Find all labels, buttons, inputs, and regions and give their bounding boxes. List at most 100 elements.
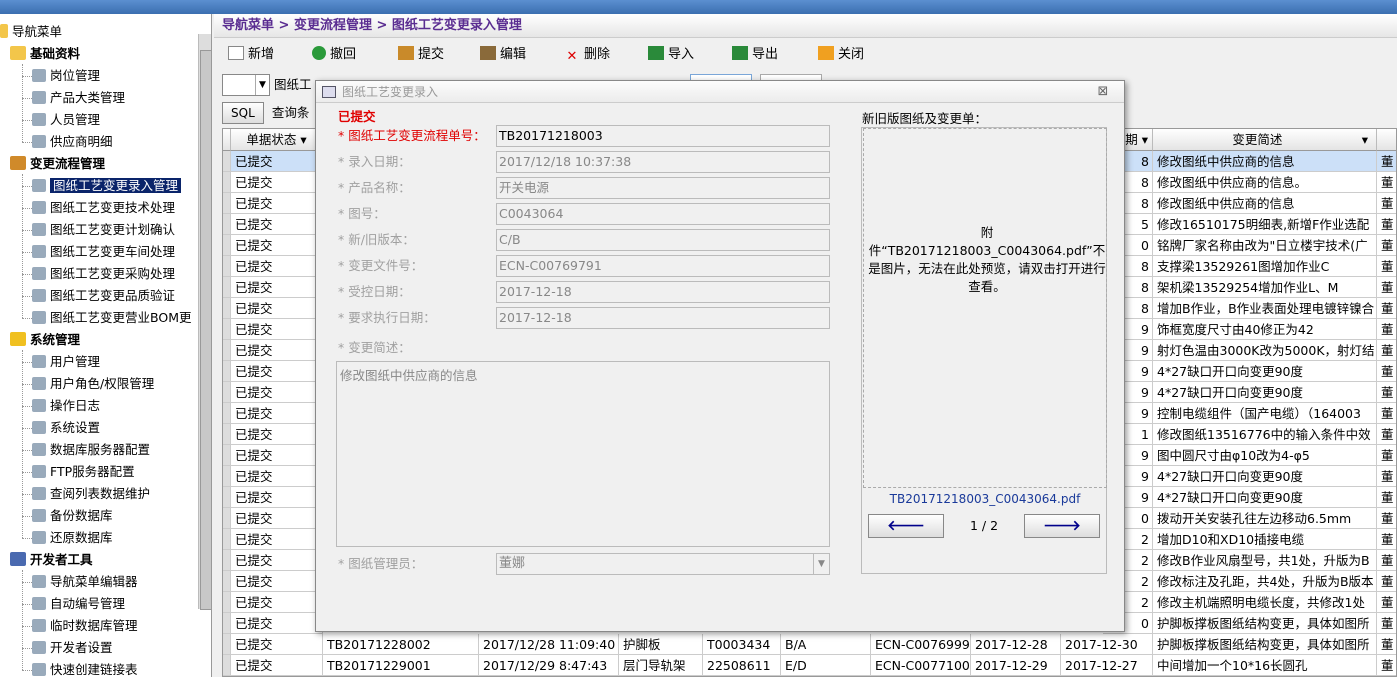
- tree-item-label: 图纸工艺变更品质验证: [50, 288, 176, 303]
- row-header[interactable]: [223, 361, 231, 382]
- tree-scroll-thumb[interactable]: [200, 50, 211, 610]
- tree-item[interactable]: 图纸工艺变更车间处理: [32, 242, 175, 262]
- table-row[interactable]: 已提交 TB20171229001 2017/12/29 8:47:43 层门导轨架 2…: [223, 655, 1396, 676]
- field-input[interactable]: C/B: [496, 229, 830, 251]
- tree-item[interactable]: 图纸工艺变更营业BOM更: [32, 308, 191, 328]
- tree-group-3[interactable]: 开发者工具: [10, 550, 93, 570]
- field-input[interactable]: 2017-12-18: [496, 307, 830, 329]
- tree-item[interactable]: 还原数据库: [32, 528, 113, 548]
- tree-item[interactable]: 产品大类管理: [32, 88, 125, 108]
- tree-item[interactable]: 图纸工艺变更计划确认: [32, 220, 175, 240]
- tree-connector: [22, 384, 32, 385]
- undo-button[interactable]: 撤回: [312, 44, 356, 66]
- row-header[interactable]: [223, 172, 231, 193]
- export-button[interactable]: 导出: [732, 44, 778, 66]
- row-header[interactable]: [223, 550, 231, 571]
- field-input[interactable]: 2017/12/18 10:37:38: [496, 151, 830, 173]
- row-header[interactable]: [223, 277, 231, 298]
- attachment-preview[interactable]: 附件“TB20171218003_C0043064.pdf”不是图片，无法在此处…: [863, 128, 1107, 488]
- tree-item[interactable]: 人员管理: [32, 110, 100, 130]
- row-header[interactable]: [223, 634, 231, 655]
- tree-connector: [22, 362, 32, 363]
- import-button[interactable]: 导入: [648, 44, 694, 66]
- delete-button[interactable]: ✕ 删除: [564, 44, 610, 66]
- row-header[interactable]: [223, 424, 231, 445]
- column-header-status[interactable]: 单据状态 ▾: [231, 129, 323, 151]
- attachment-filename[interactable]: TB20171218003_C0043064.pdf: [862, 492, 1108, 506]
- row-header[interactable]: [223, 340, 231, 361]
- sql-button[interactable]: SQL: [222, 102, 264, 124]
- row-header[interactable]: [223, 487, 231, 508]
- field-input[interactable]: C0043064: [496, 203, 830, 225]
- tree-item[interactable]: 快速创建链接表: [32, 660, 138, 677]
- row-header[interactable]: [223, 613, 231, 634]
- row-header[interactable]: [223, 403, 231, 424]
- table-row[interactable]: 已提交 TB20171228002 2017/12/28 11:09:40 护脚板 T0…: [223, 634, 1396, 655]
- row-header[interactable]: [223, 466, 231, 487]
- close-button[interactable]: 关闭: [818, 44, 864, 66]
- submit-button[interactable]: 提交: [398, 44, 444, 66]
- filter-field-select[interactable]: ▼: [222, 74, 270, 96]
- tree-item[interactable]: FTP服务器配置: [32, 462, 135, 482]
- row-header[interactable]: [223, 256, 231, 277]
- row-header[interactable]: [223, 529, 231, 550]
- desc-textarea[interactable]: 修改图纸中供应商的信息: [336, 361, 830, 547]
- cell-status: 已提交: [231, 571, 323, 592]
- nav-tree: 导航菜单 基础资料 岗位管理 产品大类管理 人员管理 供应商明细 变更流程管理 图纸工艺变更…: [0, 14, 212, 677]
- tree-item[interactable]: 查阅列表数据维护: [32, 484, 150, 504]
- row-header[interactable]: [223, 655, 231, 676]
- row-header[interactable]: [223, 214, 231, 235]
- row-header[interactable]: [223, 571, 231, 592]
- manager-select[interactable]: 董娜 ▼: [496, 553, 830, 575]
- column-header-desc[interactable]: 变更简述 ▾: [1153, 129, 1377, 151]
- row-header[interactable]: [223, 151, 231, 172]
- tree-group-2[interactable]: 系统管理: [10, 330, 80, 350]
- tree-root[interactable]: 导航菜单: [0, 22, 62, 42]
- tree-item[interactable]: 用户管理: [32, 352, 100, 372]
- edit-label: 编辑: [500, 47, 527, 62]
- tree-item[interactable]: 自动编号管理: [32, 594, 125, 614]
- row-header[interactable]: [223, 382, 231, 403]
- cell-person: 董: [1377, 298, 1396, 319]
- tree-item[interactable]: 岗位管理: [32, 66, 100, 86]
- tree-item[interactable]: 图纸工艺变更采购处理: [32, 264, 175, 284]
- tree-item[interactable]: 系统设置: [32, 418, 100, 438]
- tree-item[interactable]: 用户角色/权限管理: [32, 374, 154, 394]
- tree-item[interactable]: 图纸工艺变更技术处理: [32, 198, 175, 218]
- field-input[interactable]: 2017-12-18: [496, 281, 830, 303]
- tree-item[interactable]: 临时数据库管理: [32, 616, 138, 636]
- column-header-person[interactable]: [1377, 129, 1396, 151]
- cell-person: 董: [1377, 487, 1396, 508]
- row-header[interactable]: [223, 193, 231, 214]
- new-doc-icon: [228, 46, 244, 60]
- dialog-close-button[interactable]: ⊠: [1094, 83, 1112, 101]
- tree-group-1[interactable]: 变更流程管理: [10, 154, 105, 174]
- tree-item[interactable]: 备份数据库: [32, 506, 113, 526]
- tree-item[interactable]: 图纸工艺变更品质验证: [32, 286, 175, 306]
- tree-item-label: 开发者设置: [50, 640, 113, 655]
- field-input[interactable]: ECN-C00769791: [496, 255, 830, 277]
- field-input[interactable]: TB20171218003: [496, 125, 830, 147]
- edit-button[interactable]: 编辑: [480, 44, 526, 66]
- tree-scrollbar[interactable]: [198, 34, 211, 610]
- tree-group-0[interactable]: 基础资料: [10, 44, 80, 64]
- prev-page-button[interactable]: 🡐: [868, 514, 944, 538]
- row-header[interactable]: [223, 445, 231, 466]
- tree-item[interactable]: 数据库服务器配置: [32, 440, 150, 460]
- tree-item[interactable]: 图纸工艺变更录入管理: [32, 176, 182, 196]
- cell-person: 董: [1377, 613, 1396, 634]
- tree-item[interactable]: 导航菜单编辑器: [32, 572, 138, 592]
- row-header[interactable]: [223, 319, 231, 340]
- field-input[interactable]: 开关电源: [496, 177, 830, 199]
- row-header[interactable]: [223, 298, 231, 319]
- row-header[interactable]: [223, 592, 231, 613]
- cell-person: 董: [1377, 445, 1396, 466]
- tree-item[interactable]: 供应商明细: [32, 132, 113, 152]
- row-header[interactable]: [223, 508, 231, 529]
- tree-item[interactable]: 开发者设置: [32, 638, 113, 658]
- next-page-button[interactable]: 🡒: [1024, 514, 1100, 538]
- tree-item[interactable]: 操作日志: [32, 396, 100, 416]
- cell-desc: 图中圆尺寸由φ10改为4-φ5: [1153, 445, 1377, 466]
- row-header[interactable]: [223, 235, 231, 256]
- add-button[interactable]: 新增: [228, 44, 274, 66]
